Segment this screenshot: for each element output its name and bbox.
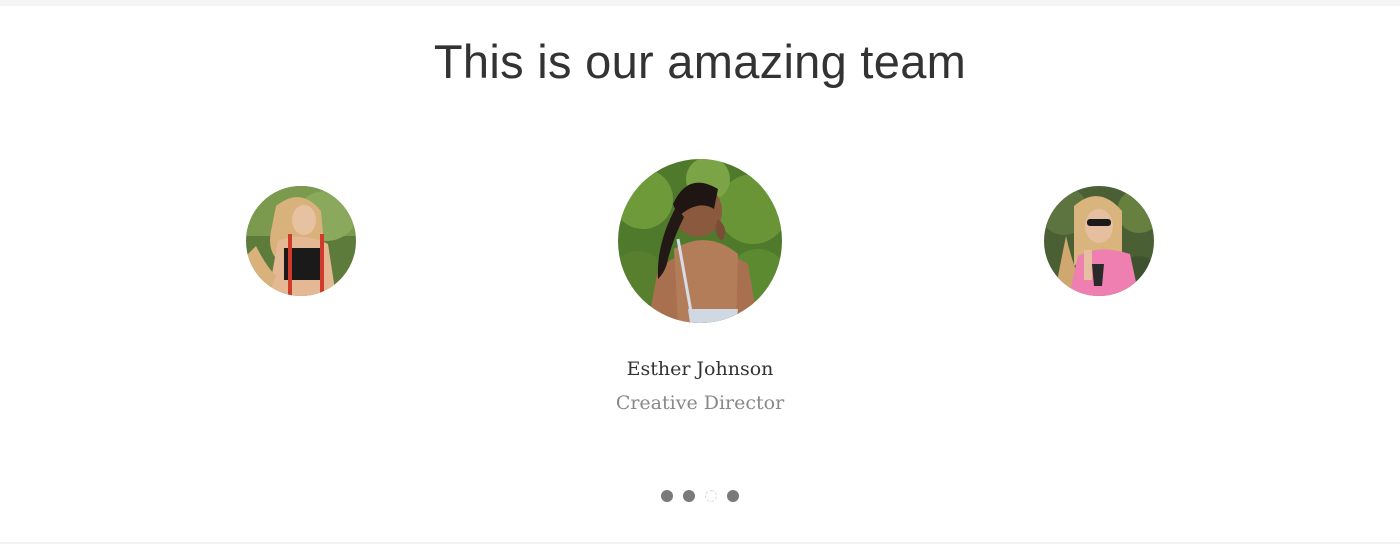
member-name: Esther Johnson bbox=[626, 358, 774, 380]
carousel-dot-3[interactable] bbox=[705, 490, 717, 502]
carousel-dot-1[interactable] bbox=[661, 490, 673, 502]
carousel-pagination bbox=[0, 490, 1400, 502]
team-avatar-left[interactable] bbox=[246, 186, 356, 296]
top-divider bbox=[0, 0, 1400, 6]
member-role: Creative Director bbox=[615, 392, 785, 414]
carousel-dot-4[interactable] bbox=[727, 490, 739, 502]
portrait-blonde-sunglasses-icon bbox=[1044, 186, 1154, 296]
section-title: This is our amazing team bbox=[433, 35, 967, 88]
portrait-blonde-suspenders-icon bbox=[246, 186, 356, 296]
team-avatar-center[interactable] bbox=[618, 159, 782, 323]
team-section: This is our amazing team Esther Johnson … bbox=[0, 0, 1400, 544]
portrait-dark-hair-back-icon bbox=[618, 159, 782, 323]
team-avatar-right[interactable] bbox=[1044, 186, 1154, 296]
carousel-dot-2[interactable] bbox=[683, 490, 695, 502]
